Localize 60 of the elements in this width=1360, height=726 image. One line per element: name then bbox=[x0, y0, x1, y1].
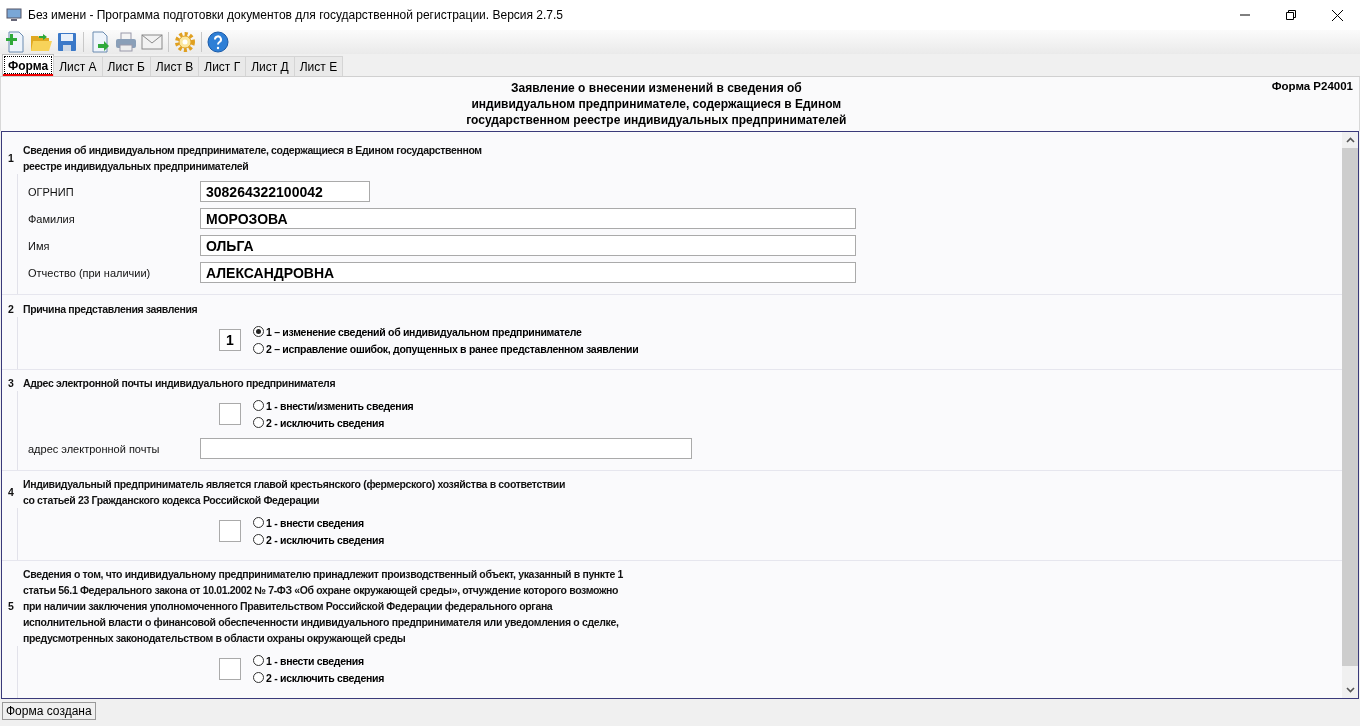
field-label: Отчество (при наличии) bbox=[28, 266, 152, 279]
option-label: 1 – изменение сведений об индивидуальном предпринимателе bbox=[266, 325, 582, 338]
option-label: 1 - внести сведения bbox=[266, 654, 364, 667]
option-label: 2 - исключить сведения bbox=[266, 533, 384, 546]
gear-icon[interactable] bbox=[172, 30, 198, 54]
field-label: Имя bbox=[28, 239, 51, 252]
radio-button[interactable] bbox=[253, 400, 264, 411]
section-number: 4 bbox=[8, 485, 15, 500]
radio-button[interactable] bbox=[253, 417, 264, 428]
field-label: адрес электронной почты bbox=[28, 442, 161, 455]
code-field[interactable]: 1 bbox=[219, 329, 241, 351]
tab[interactable]: Лист А bbox=[53, 56, 103, 76]
field-label: Фамилия bbox=[28, 212, 76, 225]
scroll-up-icon[interactable] bbox=[1345, 137, 1355, 143]
scroll-down-icon[interactable] bbox=[1345, 687, 1355, 693]
code-field[interactable] bbox=[219, 658, 241, 680]
radio-button[interactable] bbox=[253, 326, 264, 337]
option-label: 2 - исключить сведения bbox=[266, 416, 384, 429]
scrollbar[interactable] bbox=[1342, 132, 1358, 698]
text-field[interactable]: 308264322100042 bbox=[200, 181, 370, 202]
monitor-icon bbox=[6, 7, 22, 23]
tab[interactable]: Форма bbox=[2, 54, 55, 76]
radio-button[interactable] bbox=[253, 534, 264, 545]
restore-icon bbox=[1286, 10, 1296, 20]
tab[interactable]: Лист Б bbox=[101, 56, 151, 76]
field-label: ОГРНИП bbox=[28, 185, 75, 198]
section-number: 5 bbox=[8, 599, 15, 614]
form-code: Форма Р24001 bbox=[1271, 79, 1354, 94]
form-title: Заявление о внесении изменений в сведения об индивидуальном предпринимателе, содержащиеся в Едином государственном реестре индивидуальных предпринимателей bbox=[465, 80, 848, 129]
radio-button[interactable] bbox=[253, 672, 264, 683]
code-field[interactable] bbox=[219, 403, 241, 425]
close-icon bbox=[1331, 9, 1343, 21]
tab[interactable]: Лист Д bbox=[245, 56, 295, 76]
section-number: 2 bbox=[8, 302, 15, 317]
text-field[interactable]: ОЛЬГА bbox=[200, 235, 856, 256]
section-title: Сведения о том, что индивидуальному предпринимателю принадлежит производственный объект, указанный в пункте 1 статьи 56.1 Федерального закона от 10.01.2002 № 7-ФЗ «Об охране окружающей среды», отчуждение которого возможно при наличии заключения уполномоченного Правительством Российской Федерации федерального органа исполнительной власти о финансовой обеспеченности индивидуального предпринимателя или уведомления о сделке, предусмотренных законодательством в области охраны окружающей среды bbox=[23, 567, 624, 646]
text-field[interactable]: МОРОЗОВА bbox=[200, 208, 856, 229]
code-field[interactable] bbox=[219, 520, 241, 542]
radio-button[interactable] bbox=[253, 517, 264, 528]
help-icon[interactable] bbox=[205, 30, 231, 54]
section-number: 3 bbox=[8, 376, 15, 391]
section-number: 1 bbox=[8, 151, 15, 166]
printer-icon[interactable] bbox=[113, 30, 139, 54]
section-title: Индивидуальный предприниматель является главой крестьянского (фермерского) хозяйства в соответствии со статьей 23 Гражданского кодекса Российской Федерации bbox=[23, 477, 566, 508]
section-title: Причина представления заявления bbox=[23, 302, 198, 317]
text-field[interactable] bbox=[200, 438, 692, 459]
option-label: 1 - внести/изменить сведения bbox=[266, 399, 414, 412]
section-title: Сведения об индивидуальном предпринимателе, содержащиеся в Едином государственном реестре индивидуальных предпринимателей bbox=[23, 143, 482, 174]
tab[interactable]: Лист Е bbox=[293, 56, 344, 76]
option-label: 1 - внести сведения bbox=[266, 516, 364, 529]
section-title: Адрес электронной почты индивидуального предпринимателя bbox=[23, 376, 336, 391]
text-field[interactable]: АЛЕКСАНДРОВНА bbox=[200, 262, 856, 283]
radio-button[interactable] bbox=[253, 343, 264, 354]
radio-button[interactable] bbox=[253, 655, 264, 666]
tab[interactable]: Лист Г bbox=[198, 56, 247, 76]
option-label: 2 – исправление ошибок, допущенных в ранее представленном заявлении bbox=[266, 342, 639, 355]
status-text: Форма создана bbox=[2, 702, 96, 720]
window-title: Без имени - Программа подготовки документов для государственной регистрации. Версия 2.7.5 bbox=[28, 8, 565, 22]
option-label: 2 - исключить сведения bbox=[266, 671, 384, 684]
tab[interactable]: Лист В bbox=[149, 56, 200, 76]
